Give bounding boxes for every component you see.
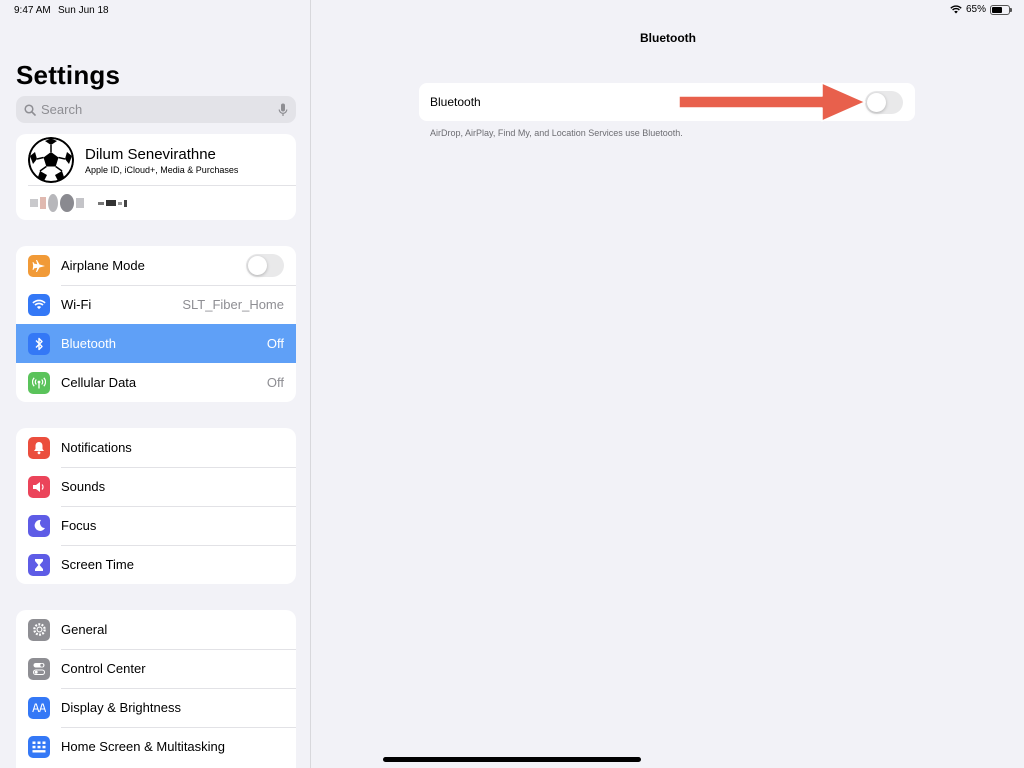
search-icon <box>24 103 36 116</box>
battery-fill <box>992 6 1003 13</box>
wifi-icon <box>28 293 50 316</box>
status-date: Sun Jun 18 <box>58 5 109 16</box>
sidebar-item-label: Airplane Mode <box>61 258 145 273</box>
cellular-icon <box>28 371 50 394</box>
focus-moon-icon <box>28 514 50 537</box>
cellular-status-value: Off <box>266 375 284 390</box>
sidebar-item-wifi[interactable]: Wi-Fi SLT_Fiber_Home <box>16 285 296 324</box>
sidebar-item-cellular-data[interactable]: Cellular Data Off <box>16 363 296 402</box>
bluetooth-status-value: Off <box>266 336 284 351</box>
family-avatars-icon <box>30 194 84 212</box>
sidebar-item-label: Control Center <box>61 661 146 676</box>
sidebar-item-label: Focus <box>61 518 97 533</box>
sidebar-item-label: Wi-Fi <box>61 297 92 312</box>
search-placeholder: Search <box>41 102 83 117</box>
wifi-status-icon <box>950 5 962 14</box>
sidebar-item-focus[interactable]: Focus <box>16 506 296 545</box>
family-row[interactable] <box>16 186 296 220</box>
sidebar-item-control-center[interactable]: Control Center <box>16 649 296 688</box>
status-right: 65% <box>950 4 1012 15</box>
profile-name: Dilum Senevirathne <box>85 145 216 163</box>
sidebar-item-general[interactable]: General <box>16 610 296 649</box>
airplane-mode-toggle[interactable] <box>246 254 284 277</box>
sidebar-item-sounds[interactable]: Sounds <box>16 467 296 506</box>
sidebar-item-label: Home Screen & Multitasking <box>61 739 226 754</box>
home-indicator[interactable] <box>383 757 641 762</box>
avatar-soccer-ball-icon <box>28 137 74 183</box>
bluetooth-toggle[interactable] <box>865 90 903 114</box>
sidebar-item-display-brightness[interactable]: Display & Brightness <box>16 688 296 727</box>
battery-percent: 65% <box>965 4 986 15</box>
status-bar: 9:47 AM Sun Jun 18 65% <box>0 0 1024 20</box>
sidebar-item-home-screen-multitasking[interactable]: Home Screen & Multitasking <box>16 727 296 766</box>
control-center-icon <box>28 657 50 680</box>
family-names-redacted <box>98 199 127 207</box>
airplane-icon <box>28 254 50 277</box>
sounds-icon <box>28 475 50 498</box>
notifications-icon <box>28 436 50 459</box>
connectivity-group: Airplane Mode Wi-Fi SLT_Fiber_Home Bluet… <box>16 246 296 402</box>
apple-id-row[interactable]: Dilum Senevirathne Apple ID, iCloud+, Me… <box>16 134 296 186</box>
bluetooth-icon <box>28 332 50 355</box>
sidebar-item-notifications[interactable]: Notifications <box>16 428 296 467</box>
sidebar-item-label: Cellular Data <box>61 375 137 390</box>
page-title: Bluetooth <box>640 31 696 45</box>
sidebar-item-label: Notifications <box>61 440 132 455</box>
status-time: 9:47 AM <box>14 5 51 16</box>
sidebar-item-screen-time[interactable]: Screen Time <box>16 545 296 584</box>
sidebar-item-label: Display & Brightness <box>61 700 181 715</box>
bluetooth-footer-note: AirDrop, AirPlay, Find My, and Location … <box>430 128 683 138</box>
sidebar-item-airplane-mode[interactable]: Airplane Mode <box>16 246 296 285</box>
apple-id-card[interactable]: Dilum Senevirathne Apple ID, iCloud+, Me… <box>16 134 296 220</box>
sidebar-item-label: Bluetooth <box>61 336 116 351</box>
gear-icon <box>28 618 50 641</box>
battery-icon <box>990 4 1012 15</box>
sidebar-item-label: General <box>61 622 108 637</box>
alerts-group: Notifications Sounds Focus Screen Time <box>16 428 296 584</box>
apple-id-text: Dilum Senevirathne Apple ID, iCloud+, Me… <box>85 146 238 175</box>
ipad-screen: 9:47 AM Sun Jun 18 65% Settings Search D… <box>0 0 1024 768</box>
microphone-icon[interactable] <box>278 103 288 117</box>
wifi-network-value: SLT_Fiber_Home <box>182 297 284 312</box>
hourglass-icon <box>28 553 50 576</box>
home-screen-icon <box>28 735 50 758</box>
sidebar-item-bluetooth[interactable]: Bluetooth Off <box>16 324 296 363</box>
sidebar-item-label: Screen Time <box>61 557 134 572</box>
display-icon <box>28 696 50 719</box>
annotation-arrow-icon <box>678 82 866 122</box>
profile-subtitle: Apple ID, iCloud+, Media & Purchases <box>85 164 239 175</box>
search-field[interactable]: Search <box>16 96 296 123</box>
settings-sidebar: Settings Search Dilum Senevirathne Apple… <box>0 0 311 768</box>
sidebar-item-label: Sounds <box>61 479 106 494</box>
system-group: General Control Center Display & Brightn… <box>16 610 296 768</box>
sidebar-title: Settings <box>16 60 121 90</box>
